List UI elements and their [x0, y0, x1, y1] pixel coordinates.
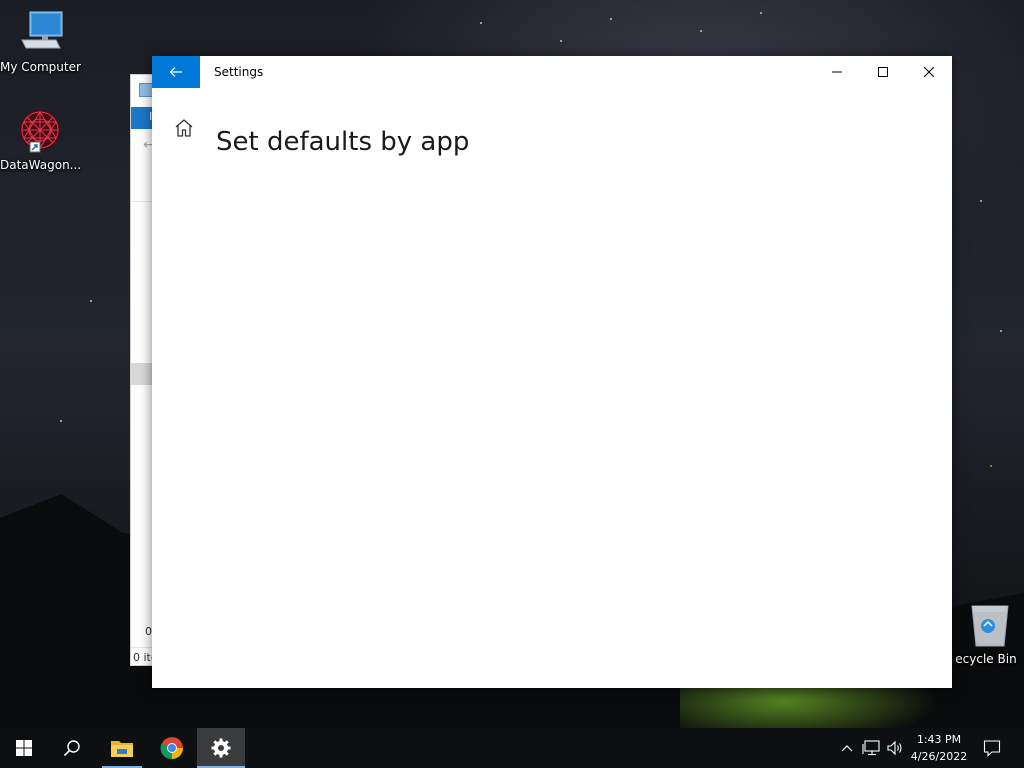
chrome-icon — [160, 737, 183, 760]
chevron-up-icon — [841, 745, 853, 752]
computer-icon — [16, 10, 64, 58]
desktop-icon-datawagon[interactable]: DataWagon... — [0, 108, 82, 172]
minimize-icon — [832, 71, 842, 73]
maximize-button[interactable] — [860, 56, 906, 88]
desktop-icon-label: My Computer — [0, 60, 81, 74]
maximize-icon — [878, 67, 888, 77]
page-title: Set defaults by app — [216, 127, 470, 158]
desktop-icon-my-computer[interactable]: My Computer — [0, 10, 81, 74]
taskbar-file-explorer[interactable] — [98, 728, 146, 768]
clock-time: 1:43 PM — [916, 733, 962, 746]
recycle-bin-icon — [966, 602, 1014, 650]
clock-date: 4/26/2022 — [910, 750, 968, 763]
datawagon-icon — [16, 108, 64, 156]
taskbar-chrome[interactable] — [148, 728, 196, 768]
notification-icon — [983, 740, 1001, 757]
close-icon — [924, 67, 934, 77]
window-title: Settings — [214, 65, 264, 79]
minimize-button[interactable] — [814, 56, 860, 88]
settings-window: Settings Set defaults by app — [152, 56, 952, 688]
item-count: 0 — [145, 625, 152, 638]
start-button[interactable] — [0, 728, 48, 768]
taskbar-settings[interactable] — [197, 728, 245, 768]
windows-logo-icon — [16, 740, 32, 756]
search-icon — [63, 740, 80, 757]
action-center-button[interactable] — [978, 728, 1006, 768]
home-icon[interactable] — [174, 118, 194, 138]
close-button[interactable] — [906, 56, 952, 88]
taskbar: 1:43 PM 4/26/2022 — [0, 728, 1024, 768]
network-icon — [862, 740, 880, 756]
back-button[interactable] — [152, 56, 200, 88]
gear-icon — [211, 738, 231, 758]
file-explorer-icon — [111, 741, 133, 757]
desktop-icon-label: ecycle Bin — [955, 652, 1017, 666]
desktop-icon-label: DataWagon... — [0, 158, 82, 172]
show-hidden-icons-button[interactable] — [838, 728, 856, 768]
back-arrow-icon — [169, 67, 182, 77]
system-clock[interactable]: 1:43 PM 4/26/2022 — [902, 731, 976, 765]
network-button[interactable] — [860, 728, 882, 768]
title-bar[interactable]: Settings — [152, 56, 952, 88]
search-button[interactable] — [48, 728, 96, 768]
